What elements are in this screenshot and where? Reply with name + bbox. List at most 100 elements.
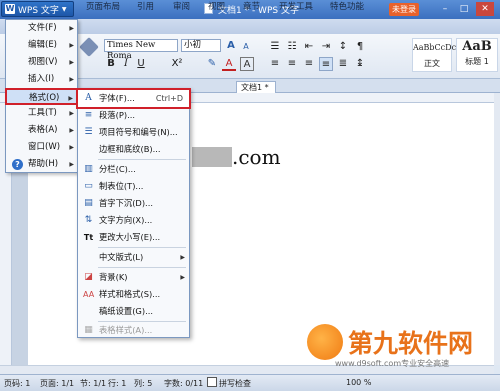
chevron-right-icon: ▶ <box>69 59 74 66</box>
shortcut-label: Ctrl+D <box>155 94 183 103</box>
status-zoom[interactable]: 100 % <box>346 378 371 387</box>
grow-font-icon[interactable]: A <box>224 39 238 53</box>
superscript-icon[interactable]: X² <box>170 57 184 71</box>
char-border-icon[interactable]: A <box>240 57 254 71</box>
submenu-item-label: 更改大小写(E)... <box>99 232 161 242</box>
bullets-icon: ☰ <box>84 127 93 137</box>
wps-menu-label: WPS 文字 <box>18 5 59 16</box>
submenu-item-change-case[interactable]: Tt 更改大小写(E)... <box>78 229 189 246</box>
text-direction-icon: ⇅ <box>84 215 93 225</box>
submenu-item-borders[interactable]: 边框和底纹(B)... <box>78 141 189 158</box>
chevron-right-icon: ▶ <box>180 254 185 261</box>
document-tab[interactable]: 文档1 * <box>236 81 276 93</box>
background-icon: ◪ <box>84 272 93 282</box>
chevron-right-icon: ▶ <box>69 76 74 83</box>
menu-item-file[interactable]: 文件(F) ▶ <box>6 20 77 37</box>
menu-item-tools[interactable]: 工具(T) ▶ <box>6 105 77 122</box>
submenu-item-bullets[interactable]: ☰ 项目符号和编号(N)... <box>78 124 189 141</box>
table-style-icon: ▦ <box>84 325 93 335</box>
menu-item-help[interactable]: ? 帮助(H) ▶ <box>6 156 77 173</box>
submenu-item-paragraph[interactable]: ≡ 段落(P)... <box>78 107 189 124</box>
underline-button[interactable]: U <box>134 57 148 71</box>
submenu-item-columns[interactable]: ▥ 分栏(C)... <box>78 161 189 178</box>
chevron-down-icon: ▼ <box>61 5 67 13</box>
menu-item-window[interactable]: 窗口(W) ▶ <box>6 139 77 156</box>
status-line: 行: 1 <box>108 379 127 388</box>
tab-page-layout[interactable]: 页面布局 <box>86 1 120 14</box>
submenu-item-label: 边框和底纹(B)... <box>99 144 161 154</box>
tab-references[interactable]: 引用 <box>137 1 154 14</box>
font-name-combo[interactable]: Times New Roma <box>104 39 178 61</box>
submenu-item-tab-stops[interactable]: ▭ 制表位(T)... <box>78 178 189 195</box>
maximize-button[interactable]: □ <box>455 2 473 16</box>
status-word-count: 字数: 0/11 <box>164 379 204 388</box>
vertical-scrollbar[interactable] <box>494 93 500 365</box>
submenu-item-background[interactable]: ◪ 背景(K) ▶ <box>78 269 189 286</box>
style-h1-preview: AaB <box>462 39 492 54</box>
chevron-right-icon: ▶ <box>69 161 74 168</box>
submenu-item-chinese-layout[interactable]: 中文版式(L) ▶ <box>78 249 189 266</box>
submenu-item-manuscript[interactable]: 稿纸设置(G)... <box>78 303 189 320</box>
submenu-item-drop-cap[interactable]: ▤ 首字下沉(D)... <box>78 195 189 212</box>
shrink-font-icon[interactable]: A <box>239 40 253 54</box>
style-heading1[interactable]: AaB 标题 1 <box>456 38 498 72</box>
align-left-icon[interactable]: ≡ <box>268 57 282 71</box>
submenu-item-label: 项目符号和编号(N)... <box>99 127 178 137</box>
submenu-item-label: 字体(F)... <box>99 93 135 103</box>
login-button[interactable]: 未登录 <box>389 3 419 16</box>
status-page: 页码: 1 <box>4 379 31 388</box>
line-spacing-icon[interactable]: ↨ <box>353 57 367 71</box>
increase-indent-icon[interactable]: ⇥ <box>319 40 333 54</box>
submenu-item-label: 稿纸设置(G)... <box>99 306 154 316</box>
submenu-item-styles[interactable]: AA 样式和格式(S)... <box>78 286 189 303</box>
close-button[interactable]: ✕ <box>476 2 494 16</box>
menu-separator <box>98 159 186 160</box>
tab-chapter[interactable]: 章节 <box>243 1 260 14</box>
menu-item-label: 插入(I) <box>28 74 55 84</box>
menu-item-format[interactable]: 格式(O) ▶ <box>5 88 78 105</box>
format-submenu: A 字体(F)... Ctrl+D ≡ 段落(P)... ☰ 项目符号和编号(N)...… <box>76 88 191 338</box>
bullet-list-icon[interactable]: ☰ <box>268 40 282 54</box>
menu-item-table[interactable]: 表格(A) ▶ <box>6 122 77 139</box>
menu-item-edit[interactable]: 编辑(E) ▶ <box>6 37 77 54</box>
menu-item-label: 文件(F) <box>28 23 57 33</box>
drop-cap-icon: ▤ <box>84 198 93 208</box>
status-spellcheck[interactable]: 拼写检查 <box>219 378 251 389</box>
justify-icon[interactable]: ≡ <box>319 57 333 71</box>
style-h1-label: 标题 1 <box>465 57 489 66</box>
align-right-icon[interactable]: ≡ <box>302 57 316 71</box>
paragraph-icon: ≡ <box>84 110 93 120</box>
show-marks-icon[interactable]: ¶ <box>353 40 367 54</box>
tab-developer-tools[interactable]: 开发工具 <box>279 1 313 14</box>
font-color-icon[interactable]: A <box>222 57 236 71</box>
wps-logo-icon: W <box>5 4 15 14</box>
sort-icon[interactable]: ↕ <box>336 40 350 54</box>
decrease-indent-icon[interactable]: ⇤ <box>302 40 316 54</box>
submenu-item-font[interactable]: A 字体(F)... Ctrl+D <box>76 88 191 109</box>
bold-button[interactable]: B <box>104 57 118 71</box>
tab-view[interactable]: 视图 <box>208 1 225 14</box>
status-pages: 页面: 1/1 <box>40 379 75 388</box>
menu-item-label: 格式(O) <box>29 93 60 103</box>
italic-button[interactable]: I <box>119 57 133 71</box>
numbered-list-icon[interactable]: ☷ <box>285 40 299 54</box>
menu-item-label: 编辑(E) <box>28 40 58 50</box>
tab-review[interactable]: 审阅 <box>173 1 190 14</box>
document-text: .com <box>232 145 281 169</box>
menu-item-label: 帮助(H) <box>28 159 59 169</box>
chevron-right-icon: ▶ <box>69 42 74 49</box>
minimize-button[interactable]: – <box>436 2 454 16</box>
align-center-icon[interactable]: ≡ <box>285 57 299 71</box>
spellcheck-checkbox[interactable] <box>207 377 217 387</box>
font-size-combo[interactable]: 小初 <box>181 39 221 52</box>
menu-item-insert[interactable]: 插入(I) ▶ <box>6 71 77 88</box>
distributed-icon[interactable]: ≣ <box>336 57 350 71</box>
status-section: 节: 1/1 <box>80 379 107 388</box>
highlight-icon[interactable]: ✎ <box>205 57 219 71</box>
tab-special-features[interactable]: 特色功能 <box>330 1 364 14</box>
menu-item-view[interactable]: 视图(V) ▶ <box>6 54 77 71</box>
submenu-item-text-direction[interactable]: ⇅ 文字方向(X)... <box>78 212 189 229</box>
status-column: 列: 5 <box>134 379 153 388</box>
wps-menu-button[interactable]: W WPS 文字 ▼ <box>1 1 74 17</box>
style-normal[interactable]: AaBbCcDc 正文 <box>412 38 456 72</box>
